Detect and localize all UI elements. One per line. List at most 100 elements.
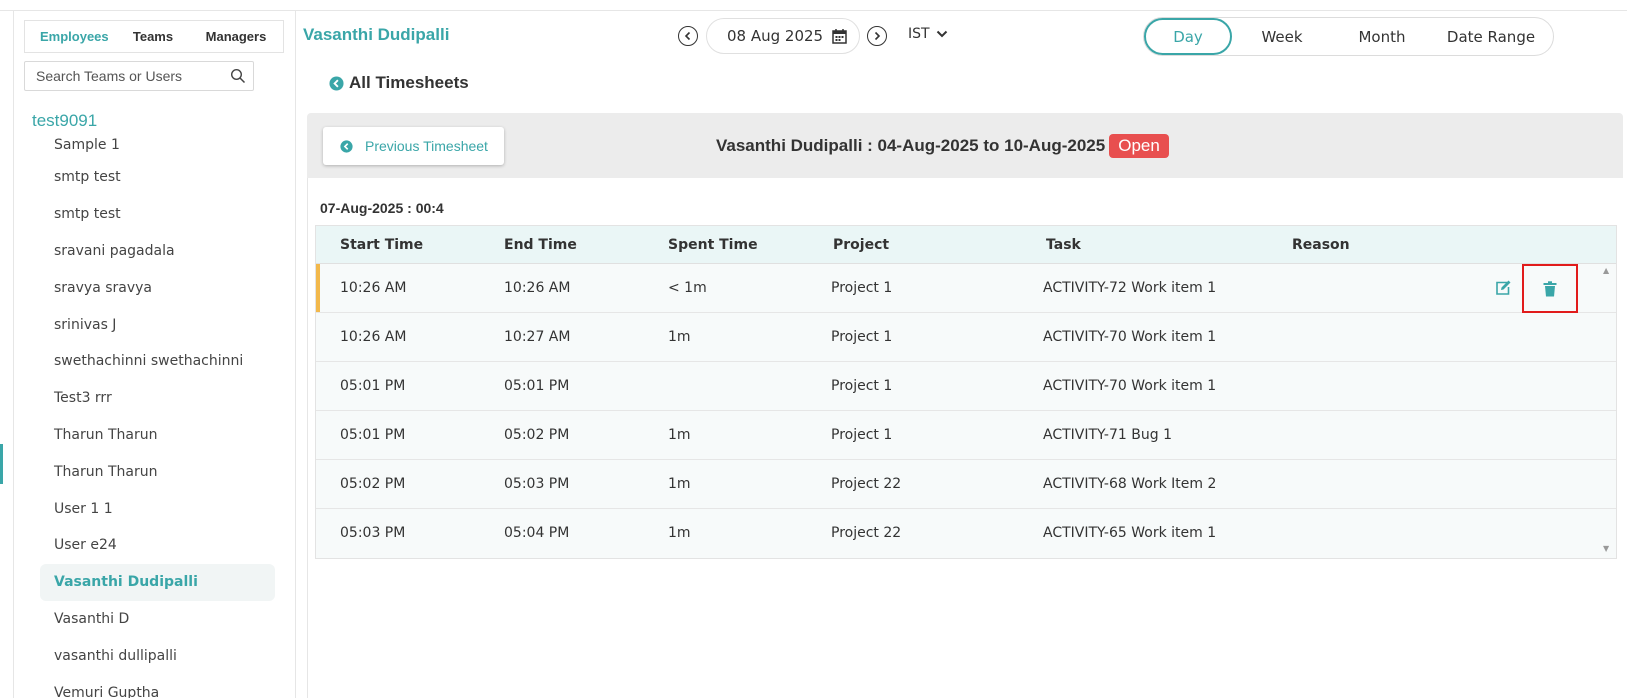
cell-task: ACTIVITY-71 Bug 1 xyxy=(1043,427,1172,443)
cell-end: 05:04 PM xyxy=(504,525,570,541)
top-border xyxy=(0,0,1627,11)
left-rail xyxy=(0,11,14,698)
date-picker[interactable]: 08 Aug 2025 xyxy=(706,18,860,54)
trash-icon xyxy=(1543,280,1557,296)
cell-task: ACTIVITY-70 Work item 1 xyxy=(1043,329,1217,345)
timezone-value: IST xyxy=(908,26,930,42)
previous-timesheet-button[interactable]: Previous Timesheet xyxy=(323,127,504,165)
all-timesheets-label: All Timesheets xyxy=(349,73,469,92)
cell-start: 10:26 AM xyxy=(340,329,407,345)
user-item[interactable]: sravani pagadala xyxy=(40,233,290,270)
user-item[interactable]: Vemuri Guptha xyxy=(40,674,290,698)
table-row[interactable]: 05:01 PM 05:02 PM 1m Project 1 ACTIVITY-… xyxy=(316,411,1616,460)
cell-project: Project 22 xyxy=(831,476,902,492)
day-summary: 07-Aug-2025 : 00:4 xyxy=(320,200,444,216)
cell-end: 05:03 PM xyxy=(504,476,570,492)
user-item[interactable]: vasanthi dullipalli xyxy=(40,637,290,674)
previous-date-button[interactable] xyxy=(678,26,698,46)
cell-task: ACTIVITY-72 Work item 1 xyxy=(1043,280,1217,296)
user-item[interactable]: User e24 xyxy=(40,527,290,564)
next-date-button[interactable] xyxy=(867,26,887,46)
cell-end: 10:26 AM xyxy=(504,280,571,296)
user-item[interactable]: smtp test xyxy=(40,196,290,233)
user-item[interactable]: srinivas J xyxy=(40,306,290,343)
cell-project: Project 1 xyxy=(831,329,893,345)
employee-name: Vasanthi Dudipalli xyxy=(303,25,450,44)
search-box xyxy=(24,61,254,91)
table-row[interactable]: 05:01 PM 05:01 PM Project 1 ACTIVITY-70 … xyxy=(316,362,1616,411)
tab-day[interactable]: Day xyxy=(1144,18,1232,55)
table-header: Start Time End Time Spent Time Project T… xyxy=(316,226,1616,264)
user-item[interactable]: Vasanthi D xyxy=(40,601,290,638)
cell-spent: 1m xyxy=(668,427,691,443)
cell-project: Project 22 xyxy=(831,525,902,541)
col-reason: Reason xyxy=(1292,236,1350,253)
user-item[interactable]: Tharun Tharun xyxy=(40,453,290,490)
user-item[interactable]: smtp test xyxy=(40,159,290,196)
col-start-time: Start Time xyxy=(340,236,424,253)
table-row[interactable]: 05:03 PM 05:04 PM 1m Project 22 ACTIVITY… xyxy=(316,509,1616,558)
user-item[interactable]: Sample 1 xyxy=(40,137,290,159)
chevron-left-icon xyxy=(684,31,691,41)
calendar-icon[interactable] xyxy=(832,28,847,44)
cell-task: ACTIVITY-65 Work item 1 xyxy=(1043,525,1217,541)
cell-spent: 1m xyxy=(668,476,691,492)
tab-employees[interactable]: Employees xyxy=(25,21,117,52)
user-item[interactable]: sravya sravya xyxy=(40,269,290,306)
cell-start: 05:01 PM xyxy=(340,427,406,443)
cell-project: Project 1 xyxy=(831,427,893,443)
search-icon[interactable] xyxy=(230,68,246,84)
date-value: 08 Aug 2025 xyxy=(727,27,824,45)
sidebar: Employees Teams Managers test9091 Sample… xyxy=(14,11,296,698)
user-list: Sample 1 smtp test smtp test sravani pag… xyxy=(40,137,290,698)
scroll-down-arrow[interactable]: ▼ xyxy=(1603,544,1613,553)
tab-month[interactable]: Month xyxy=(1332,18,1432,55)
back-circle-icon xyxy=(340,139,353,153)
rail-marker xyxy=(0,444,3,484)
col-project: Project xyxy=(833,236,890,253)
cell-task: ACTIVITY-68 Work Item 2 xyxy=(1043,476,1217,492)
timesheet-banner: Previous Timesheet Vasanthi Dudipalli : … xyxy=(307,113,1623,178)
chevron-down-icon xyxy=(936,30,947,38)
back-circle-icon xyxy=(329,75,344,91)
cell-start: 10:26 AM xyxy=(340,280,407,296)
status-badge: Open xyxy=(1109,134,1169,158)
user-item[interactable]: User 1 1 xyxy=(40,490,290,527)
chevron-right-icon xyxy=(874,31,881,41)
timezone-select[interactable]: IST xyxy=(908,26,948,42)
sidebar-tabs: Employees Teams Managers xyxy=(24,20,284,53)
cell-spent: 1m xyxy=(668,329,691,345)
cell-end: 10:27 AM xyxy=(504,329,571,345)
timesheet-range: Vasanthi Dudipalli : 04-Aug-2025 to 10-A… xyxy=(716,136,1106,155)
group-title[interactable]: test9091 xyxy=(32,111,97,131)
cell-start: 05:01 PM xyxy=(340,378,406,394)
user-item[interactable]: Test3 rrr xyxy=(40,380,290,417)
table-row[interactable]: 10:26 AM 10:26 AM < 1m Project 1 ACTIVIT… xyxy=(316,264,1616,313)
tab-date-range[interactable]: Date Range xyxy=(1432,18,1550,55)
cell-project: Project 1 xyxy=(831,378,893,394)
cell-spent: < 1m xyxy=(668,280,707,296)
all-timesheets-link[interactable]: All Timesheets xyxy=(329,73,469,93)
cell-end: 05:02 PM xyxy=(504,427,570,443)
cell-end: 05:01 PM xyxy=(504,378,570,394)
timesheet-table: Start Time End Time Spent Time Project T… xyxy=(315,225,1617,559)
range-tabs: Day Week Month Date Range xyxy=(1143,17,1554,56)
search-input[interactable] xyxy=(25,68,220,84)
cell-spent: 1m xyxy=(668,525,691,541)
table-row[interactable]: 05:02 PM 05:03 PM 1m Project 22 ACTIVITY… xyxy=(316,460,1616,509)
tab-managers[interactable]: Managers xyxy=(189,21,283,52)
user-item[interactable]: Tharun Tharun xyxy=(40,417,290,454)
cell-task: ACTIVITY-70 Work item 1 xyxy=(1043,378,1217,394)
cell-start: 05:03 PM xyxy=(340,525,406,541)
delete-button[interactable] xyxy=(1522,264,1578,313)
edit-icon[interactable] xyxy=(1494,279,1512,297)
col-task: Task xyxy=(1046,236,1081,253)
user-item-selected[interactable]: Vasanthi Dudipalli xyxy=(40,563,275,601)
scroll-up-arrow[interactable]: ▲ xyxy=(1603,266,1613,275)
tab-teams[interactable]: Teams xyxy=(117,21,189,52)
table-row[interactable]: 10:26 AM 10:27 AM 1m Project 1 ACTIVITY-… xyxy=(316,313,1616,362)
previous-timesheet-label: Previous Timesheet xyxy=(365,138,488,154)
user-item[interactable]: swethachinni swethachinni xyxy=(40,343,290,380)
col-spent-time: Spent Time xyxy=(668,236,758,253)
tab-week[interactable]: Week xyxy=(1232,18,1332,55)
